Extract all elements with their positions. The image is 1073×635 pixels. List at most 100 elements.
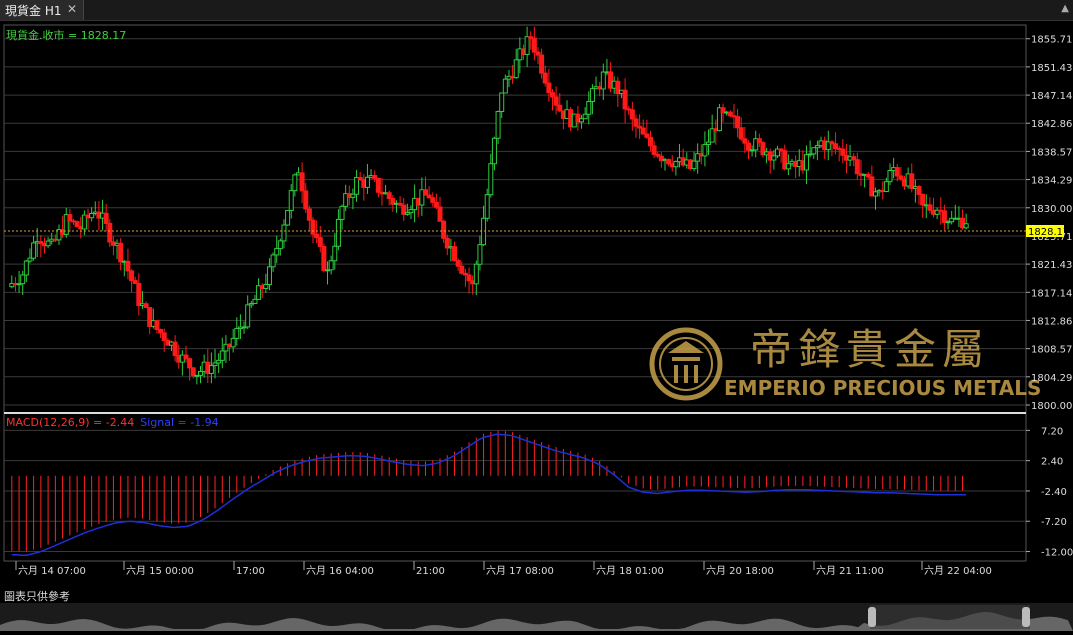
candle-body	[872, 191, 878, 197]
candle-body	[546, 82, 552, 94]
navigator-right-handle[interactable]	[1022, 607, 1030, 627]
main-legend: 現貨金.收市 = 1828.17	[6, 28, 126, 42]
chart-navigator[interactable]	[0, 603, 1073, 631]
candle-body	[266, 266, 272, 285]
candle-body	[647, 136, 653, 147]
candle-body	[23, 260, 29, 276]
candle-body	[74, 221, 80, 228]
chart-tab[interactable]: 現貨金 H1 ✕	[0, 0, 84, 20]
candle-body	[811, 147, 817, 155]
close-icon[interactable]: ✕	[67, 2, 77, 16]
candle-body	[328, 260, 334, 271]
candle-body	[666, 158, 672, 165]
candle-body	[158, 328, 164, 334]
candle-body	[288, 190, 294, 212]
candle-body	[314, 233, 320, 239]
candle-body	[161, 332, 167, 341]
scroll-up-icon[interactable]: ▲	[1061, 3, 1069, 14]
candle-body	[136, 282, 142, 306]
candle-body	[317, 237, 323, 247]
candle-body	[129, 270, 135, 282]
navigator-svg	[0, 603, 1073, 631]
candle-body	[745, 142, 751, 151]
macd-legend: MACD(12,26,9) = -2.44 Signal = -1.94	[6, 416, 219, 429]
price-axis-label: 1855.71	[1031, 35, 1072, 46]
macd-axis-label: -12.00	[1041, 548, 1073, 559]
candle-body	[894, 167, 900, 177]
candle-body	[539, 54, 545, 74]
candle-body	[263, 283, 269, 289]
candle-body	[771, 155, 777, 161]
price-axis-label: 1800.00	[1031, 401, 1072, 412]
candle-body	[550, 92, 556, 98]
candle-body	[920, 193, 926, 206]
candle-body	[433, 201, 439, 208]
candle-body	[299, 172, 305, 192]
price-axis-label: 1838.57	[1031, 147, 1072, 158]
candle-body	[582, 113, 588, 120]
candle-body	[477, 244, 483, 265]
navigator-left-handle[interactable]	[868, 607, 876, 627]
candle-body	[727, 111, 733, 117]
candle-body	[31, 242, 37, 259]
candle-body	[941, 210, 947, 223]
chart-tab-title: 現貨金 H1	[5, 4, 62, 18]
candle-body	[488, 163, 494, 196]
navigator-window[interactable]	[870, 605, 1030, 629]
candle-body	[277, 240, 283, 250]
chart-area[interactable]: 帝鋒貴金屬 EMPERIO PRECIOUS METALS 現貨金.收市 = 1…	[0, 21, 1073, 580]
candle-body	[335, 218, 341, 247]
candle-body	[430, 197, 436, 203]
candle-body	[883, 181, 889, 192]
candle-body	[459, 265, 465, 274]
candle-body	[230, 337, 236, 348]
price-axis-label: 1847.14	[1031, 91, 1072, 102]
price-axis-label: 1842.86	[1031, 119, 1072, 130]
window-tab-bar: 現貨金 H1 ✕ ▲	[0, 0, 1073, 21]
price-axis-label: 1851.43	[1031, 63, 1072, 74]
candle-body	[495, 111, 501, 139]
time-axis-label: 六月 22 04:00	[924, 565, 992, 577]
candle-body	[887, 170, 893, 183]
signal-legend-value: Signal = -1.94	[140, 416, 218, 429]
watermark-english: EMPERIO PRECIOUS METALS	[724, 376, 1041, 400]
candle-body	[524, 36, 530, 55]
candle-body	[738, 127, 744, 140]
candle-body	[735, 116, 741, 129]
candle-body	[455, 260, 461, 267]
macd-legend-value: MACD(12,26,9) = -2.44	[6, 416, 134, 429]
candle-body	[629, 109, 635, 120]
candle-body	[252, 298, 258, 304]
candle-body	[364, 176, 370, 188]
candle-body	[274, 248, 280, 256]
candle-body	[20, 274, 26, 285]
candle-body	[306, 208, 312, 221]
price-axis-label: 1834.29	[1031, 176, 1072, 187]
candle-body	[756, 138, 762, 144]
candle-body	[281, 224, 287, 242]
candle-body	[172, 341, 178, 357]
candle-body	[542, 72, 548, 84]
price-axis-label: 1812.86	[1031, 316, 1072, 327]
candle-body	[640, 127, 646, 135]
candle-body	[187, 358, 193, 369]
candle-body	[553, 96, 559, 106]
candle-body	[804, 154, 810, 171]
candle-body	[332, 245, 338, 262]
price-chart-svg: 帝鋒貴金屬 EMPERIO PRECIOUS METALS 現貨金.收市 = 1…	[0, 21, 1073, 580]
price-axis-label: 1821.43	[1031, 260, 1072, 271]
candle-body	[219, 350, 225, 361]
candle-body	[441, 220, 447, 239]
candle-body	[622, 89, 628, 110]
macd-axis-label: -7.20	[1041, 517, 1067, 528]
candle-body	[321, 245, 327, 271]
candle-body	[673, 161, 679, 168]
chart-disclaimer: 圖表只供參考	[4, 590, 70, 603]
candle-body	[473, 263, 479, 285]
time-axis-label: 六月 15 00:00	[126, 565, 194, 577]
candle-body	[103, 212, 109, 224]
candle-body	[143, 303, 149, 309]
candle-body	[208, 365, 214, 374]
candle-body	[854, 159, 860, 175]
candle-body	[691, 160, 697, 170]
